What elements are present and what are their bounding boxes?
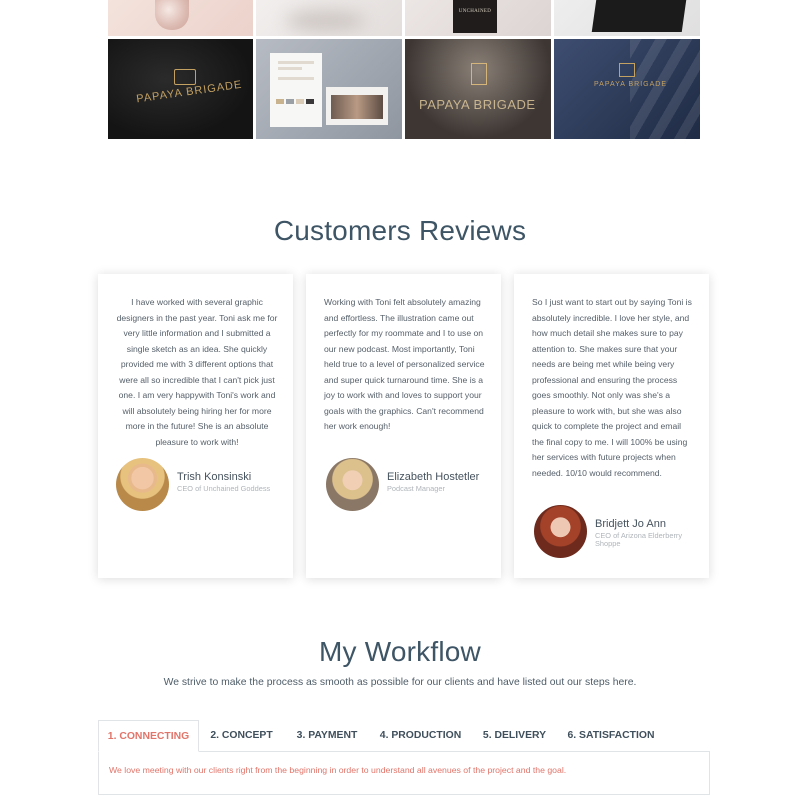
reviewer: Elizabeth Hostetler Podcast Manager [326, 458, 496, 514]
workflow-heading: My Workflow [319, 636, 481, 667]
reviewer-name: Bridjett Jo Ann [595, 518, 666, 530]
light-streaks [630, 39, 700, 139]
reviewer-role: Podcast Manager [387, 484, 445, 493]
glass-shape [155, 0, 189, 30]
workflow-subtitle: We strive to make the process as smooth … [163, 677, 637, 688]
tab-delivery[interactable]: 5. DELIVERY [476, 720, 553, 752]
review-text: Working with Toni felt absolutely amazin… [324, 297, 485, 431]
reviewer: Trish Konsinski CEO of Unchained Goddess [116, 458, 286, 514]
brand-logo-icon [174, 69, 196, 85]
review-card: So I just want to start out by saying To… [514, 274, 709, 578]
tab-production[interactable]: 4. PRODUCTION [372, 720, 469, 752]
brand-logo-icon [619, 63, 635, 77]
review-card: Working with Toni felt absolutely amazin… [306, 274, 501, 578]
avatar [534, 505, 587, 558]
review-card: I have worked with several graphic desig… [98, 274, 293, 578]
review-text: So I just want to start out by saying To… [532, 297, 692, 478]
tab-panel: We love meeting with our clients right f… [98, 751, 710, 795]
reviewer-name: Elizabeth Hostetler [387, 471, 480, 483]
brand-photo [326, 87, 388, 125]
reviewer-role: CEO of Arizona Elderberry Shoppe [595, 531, 683, 548]
portfolio-image-window[interactable]: PAPAYA BRIGADE [405, 39, 551, 139]
reviews-heading: Customers Reviews [273, 215, 527, 246]
box-shape [591, 0, 687, 32]
portfolio-image-card[interactable]: UNCHAINED [405, 0, 551, 36]
portfolio-image-blur[interactable] [256, 0, 402, 36]
brand-name-text: PAPAYA BRIGADE [594, 81, 668, 88]
portfolio-image-brand-sheet[interactable] [256, 39, 402, 139]
avatar [116, 458, 169, 511]
tab-concept[interactable]: 2. CONCEPT [202, 720, 281, 752]
workflow-tabs: 1. CONNECTING 2. CONCEPT 3. PAYMENT 4. P… [98, 720, 710, 752]
review-text: I have worked with several graphic desig… [116, 297, 278, 447]
portfolio-image-box[interactable] [554, 0, 700, 36]
reviewer-role: CEO of Unchained Goddess [177, 484, 271, 493]
brand-name-text: PAPAYA BRIGADE [419, 97, 536, 112]
tab-connecting[interactable]: 1. CONNECTING [98, 720, 199, 752]
blur-shape [286, 10, 366, 32]
tab-panel-text: We love meeting with our clients right f… [109, 765, 567, 775]
portfolio-image-glass[interactable] [108, 0, 253, 36]
business-card: UNCHAINED [453, 0, 497, 33]
brand-logo-icon [471, 63, 487, 85]
reviewer: Bridjett Jo Ann CEO of Arizona Elderberr… [534, 505, 704, 561]
reviewer-name: Trish Konsinski [177, 471, 252, 483]
brand-sheet [270, 53, 322, 127]
portfolio-image-stationery[interactable]: PAPAYA BRIGADE [108, 39, 253, 139]
tab-satisfaction[interactable]: 6. SATISFACTION [560, 720, 662, 752]
avatar [326, 458, 379, 511]
portfolio-image-wall[interactable]: PAPAYA BRIGADE [554, 39, 700, 139]
tab-payment[interactable]: 3. PAYMENT [288, 720, 366, 752]
card-brand-text: UNCHAINED [458, 9, 492, 14]
portfolio-grid: UNCHAINED PAPAYA BRIGADE PAPAYA BRIGADE … [108, 0, 700, 139]
